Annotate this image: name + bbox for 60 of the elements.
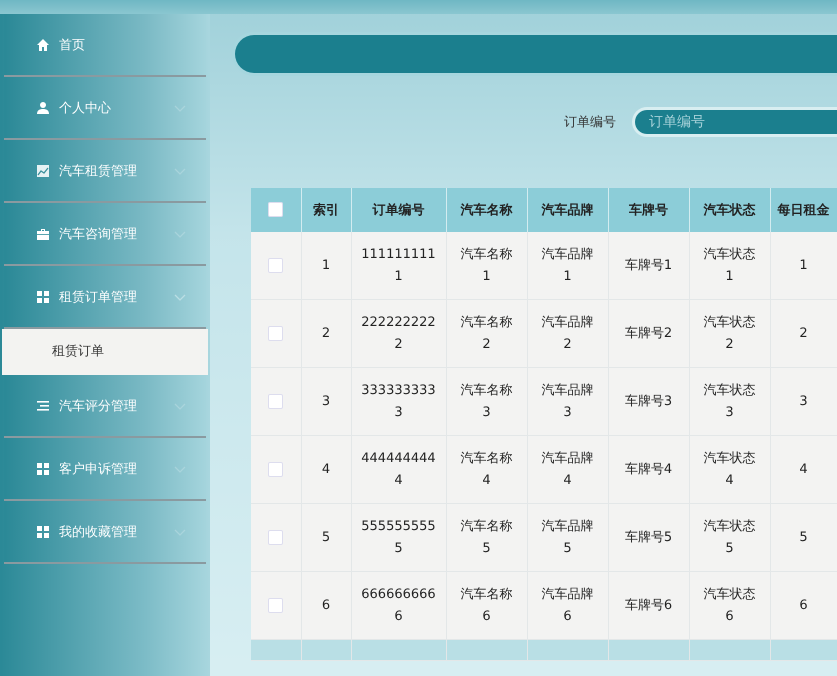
table-cell-text: 4: [799, 460, 808, 478]
table-cell-text: 4: [322, 460, 330, 478]
row-checkbox[interactable]: [268, 462, 284, 477]
table-cell-text: 车牌号5: [624, 528, 672, 546]
table-cell-text: 2: [799, 324, 808, 342]
table-cell-text: 汽车名称6: [460, 586, 514, 626]
briefcase-icon: [36, 226, 50, 240]
table-cell-text: 5555555555: [360, 518, 436, 558]
table-cell-text: 汽车状态3: [702, 382, 756, 422]
table-cell-text: 车牌号6: [624, 596, 672, 614]
table-cell-text: 汽车状态2: [702, 314, 756, 354]
row-checkbox[interactable]: [268, 394, 284, 409]
table-cell-text: 2222222222: [360, 314, 436, 354]
table-cell-text: 汽车名称1: [460, 246, 514, 286]
table-cell-text: 汽车状态4: [702, 450, 756, 490]
table-cell-text: 汽车品牌5: [540, 518, 594, 558]
table-cell-text: 6666666666: [360, 586, 436, 626]
table-cell-text: 车牌号4: [624, 460, 672, 478]
select-all-checkbox[interactable]: [268, 202, 284, 218]
chart-icon: [36, 164, 50, 178]
table-cell-text: 车牌号1: [624, 256, 672, 274]
row-checkbox[interactable]: [268, 326, 284, 341]
table-cell-text: 汽车品牌6: [540, 586, 594, 626]
table-cell-text: 汽车状态6: [702, 586, 756, 626]
table-cell-text: 1: [322, 256, 330, 274]
table-cell-text: 汽车状态5: [702, 518, 756, 558]
search-field[interactable]: 订单编号: [632, 107, 837, 137]
table-cell-text: 1111111111: [360, 246, 436, 286]
table-cell-text: 3333333333: [360, 382, 436, 422]
table-cell-text: 1: [799, 256, 808, 274]
table-cell-text: 5: [799, 528, 808, 546]
table-cell-text: 3: [322, 392, 330, 410]
table-cell-text: 2: [322, 324, 330, 342]
table-cell-text: 6: [322, 596, 330, 614]
grid-icon: [36, 290, 50, 304]
user-icon: [36, 100, 50, 114]
row-checkbox[interactable]: [268, 598, 284, 613]
table-cell-text: 汽车名称4: [460, 450, 514, 490]
search-label: 订单编号: [564, 114, 616, 131]
list-icon: [36, 398, 50, 412]
table-cell-text: 车牌号3: [624, 392, 672, 410]
row-checkbox[interactable]: [268, 258, 284, 273]
grid-icon: [36, 462, 50, 476]
table-cell-text: 5: [322, 528, 330, 546]
table-cell-text: 汽车品牌1: [540, 246, 594, 286]
table-cell-text: 4444444444: [360, 450, 436, 490]
table-cell-text: 6: [799, 596, 808, 614]
table-cell-text: 汽车品牌4: [540, 450, 594, 490]
home-icon: [36, 38, 50, 52]
table-cell-text: 汽车名称2: [460, 314, 514, 354]
table-cell-text: 汽车名称3: [460, 382, 514, 422]
table-cell-text: 3: [799, 392, 808, 410]
table-cell-text: 汽车状态1: [702, 246, 756, 286]
row-checkbox[interactable]: [268, 530, 284, 545]
table-cell-text: 汽车名称5: [460, 518, 514, 558]
sidebar-subitem[interactable]: 租赁订单: [2, 329, 208, 375]
table-cell-text: 汽车品牌2: [540, 314, 594, 354]
grid-icon: [36, 524, 50, 538]
table-cell-text: 汽车品牌3: [540, 382, 594, 422]
table-cell-text: 车牌号2: [624, 324, 672, 342]
